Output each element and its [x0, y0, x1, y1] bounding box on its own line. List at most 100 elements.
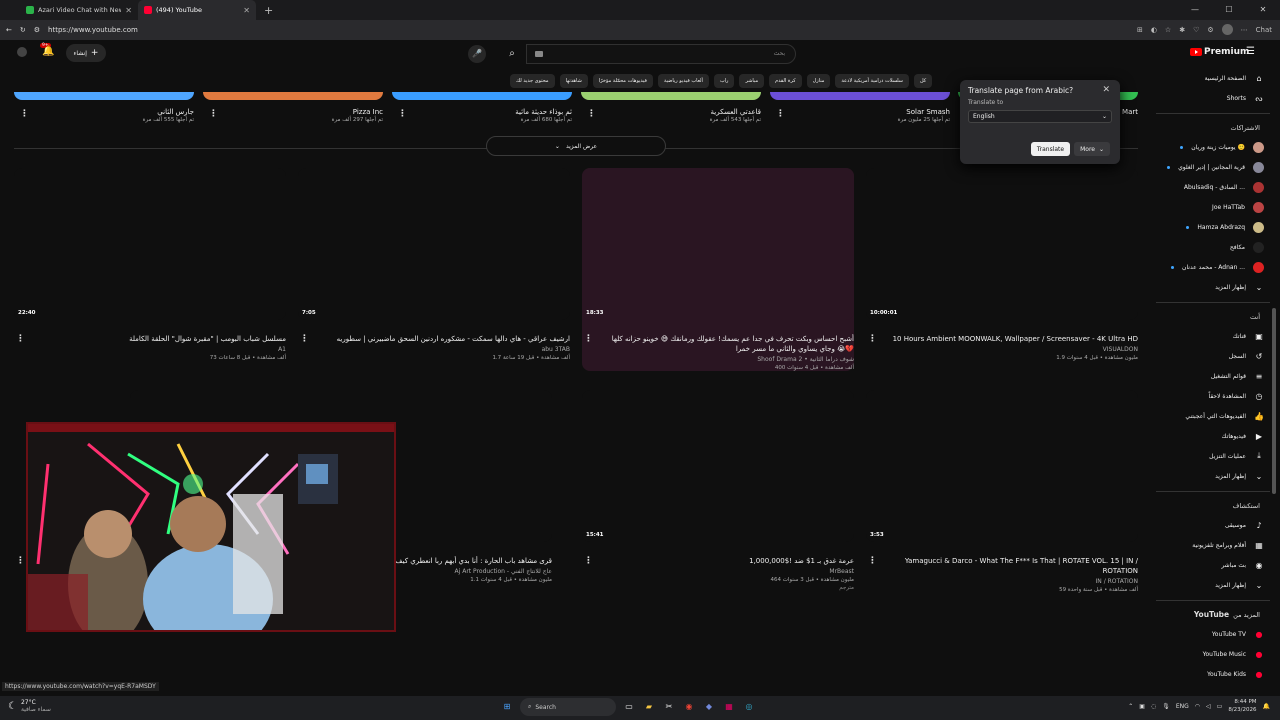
- video-card[interactable]: 10:00:01 10 Hours Ambient MOONWALK, Wallp…: [866, 168, 1138, 361]
- video-thumbnail[interactable]: 7:05: [298, 168, 570, 320]
- reload-button[interactable]: ↻: [20, 26, 26, 34]
- sidebar-item[interactable]: موسيقى ♪: [1156, 515, 1270, 535]
- short-card[interactable]: ثم بوذاء حديثة ماثية تم أجلها 680 ألف مرة: [392, 92, 572, 123]
- language-select[interactable]: English ⌄: [968, 110, 1112, 123]
- video-card[interactable]: 3:53 Yamagucci & Darco - What The F*** Is…: [866, 390, 1138, 593]
- minimize-button[interactable]: —: [1178, 0, 1212, 20]
- filter-chip[interactable]: ألعاب فيديو رياضية: [657, 74, 709, 88]
- show-more-button[interactable]: ⌄ عرض المزيد: [486, 136, 666, 156]
- extensions-icon[interactable]: ⊞: [1137, 26, 1143, 34]
- search-input[interactable]: بحث: [526, 44, 796, 64]
- more-options-icon[interactable]: ⋮: [300, 334, 309, 344]
- filter-chip[interactable]: محتوى جديد لك: [510, 74, 555, 88]
- short-card[interactable]: جارس الثاني تم أجلها 555 ألف مرة: [14, 92, 194, 123]
- chrome-icon[interactable]: ◉: [682, 700, 696, 714]
- short-thumbnail[interactable]: [770, 92, 950, 100]
- mic-icon[interactable]: 🎤: [468, 45, 486, 63]
- sidebar-item[interactable]: YouTube Kids ●: [1156, 664, 1270, 684]
- channel-name[interactable]: A1: [14, 346, 286, 353]
- app-icon[interactable]: ▦: [722, 700, 736, 714]
- filter-chip[interactable]: راب: [713, 74, 735, 88]
- task-view-icon[interactable]: ▭: [622, 700, 636, 714]
- more-options-icon[interactable]: ⋮: [398, 109, 407, 119]
- mic-tray-icon[interactable]: 🎙: [1162, 703, 1170, 710]
- filter-chip[interactable]: مباشر: [739, 74, 765, 88]
- short-card[interactable]: قاعدتي العسكرية تم أجلها 543 ألف مرة: [581, 92, 761, 123]
- video-title[interactable]: أشبح احساس وبكت تحرف في جدا عم يسمك! عقو…: [582, 334, 854, 354]
- more-options-icon[interactable]: ⋮: [584, 334, 593, 344]
- sidebar-item[interactable]: YouTube TV ●: [1156, 624, 1270, 644]
- browser-tab[interactable]: Azari Video Chat with New Fr... ✕: [20, 0, 138, 20]
- clock[interactable]: 8:44 PM 8/23/2026: [1228, 698, 1256, 714]
- tray-app-icon[interactable]: ▣: [1139, 703, 1145, 710]
- site-info-icon[interactable]: ⚙: [34, 26, 40, 34]
- sidebar-item[interactable]: قرية المجانين | إدير الغلوي: [1156, 157, 1270, 177]
- sidebar-item[interactable]: فيديوهاتك ▶: [1156, 426, 1270, 446]
- more-options-icon[interactable]: ⋮: [584, 556, 593, 566]
- short-card[interactable]: Solar Smash تم أجلها 25 مليون مرة: [770, 92, 950, 123]
- video-card[interactable]: 7:05 ارشيف عراقي - هاي دالها سمكت - مشكور…: [298, 168, 570, 361]
- filter-chip[interactable]: شاهدتها: [559, 74, 588, 88]
- create-button[interactable]: إنشاء +: [66, 44, 106, 62]
- more-options-icon[interactable]: ⋮: [16, 334, 25, 344]
- video-title[interactable]: Yamagucci & Darco - What The F*** Is Tha…: [866, 556, 1138, 576]
- more-options-icon[interactable]: ⋮: [868, 556, 877, 566]
- channel-name[interactable]: Shoof Drama 2 • شوف دراما الثانية: [582, 356, 854, 363]
- short-thumbnail[interactable]: [581, 92, 761, 100]
- more-options-icon[interactable]: ⋮: [868, 334, 877, 344]
- channel-name[interactable]: IN / ROTATION: [866, 578, 1138, 585]
- file-explorer-icon[interactable]: ▰: [642, 700, 656, 714]
- sidebar-item[interactable]: عمليات التنزيل ⤓: [1156, 446, 1270, 466]
- notification-icon[interactable]: 🔔: [1263, 703, 1270, 710]
- sidebar-item[interactable]: YouTube Music ●: [1156, 644, 1270, 664]
- more-options-icon[interactable]: ⋮: [209, 109, 218, 119]
- bookmark-star-icon[interactable]: ☆: [1165, 26, 1171, 34]
- more-options-icon[interactable]: ⋮: [587, 109, 596, 119]
- sidebar-item[interactable]: قوائم التشغيل ≡: [1156, 366, 1270, 386]
- favorites-icon[interactable]: ♡: [1193, 26, 1199, 34]
- chevron-up-icon[interactable]: ⌃: [1128, 703, 1133, 710]
- volume-icon[interactable]: ◁: [1206, 703, 1211, 710]
- more-button[interactable]: More ⌄: [1074, 142, 1110, 156]
- short-thumbnail[interactable]: [14, 92, 194, 100]
- keyboard-icon[interactable]: [535, 51, 543, 57]
- weather-widget[interactable]: ☾ 27°C سماء صافية: [8, 699, 51, 713]
- sidebar-item[interactable]: الفيديوهات التي أعجبتني 👍: [1156, 406, 1270, 426]
- video-thumbnail[interactable]: 22:40: [14, 168, 286, 320]
- new-tab-button[interactable]: +: [256, 4, 281, 17]
- more-options-icon[interactable]: ⋮: [20, 109, 29, 119]
- video-thumbnail[interactable]: 10:00:01: [866, 168, 1138, 320]
- taskbar-search[interactable]: ⌕ Search: [520, 698, 616, 716]
- filter-chip[interactable]: كرة القدم: [769, 74, 802, 88]
- sidebar-item[interactable]: إظهار المزيد ⌄: [1156, 277, 1270, 297]
- wifi-tray-icon[interactable]: ◌: [1151, 703, 1156, 710]
- youtube-premium-logo[interactable]: Premium: [1190, 47, 1249, 57]
- sidebar-item[interactable]: إظهار المزيد ⌄: [1156, 466, 1270, 486]
- short-title[interactable]: ثم بوذاء حديثة ماثية: [392, 108, 572, 116]
- video-title[interactable]: 10 Hours Ambient MOONWALK, Wallpaper / S…: [866, 334, 1138, 344]
- sidebar-item[interactable]: محمد عدنان - Adnan ...: [1156, 257, 1270, 277]
- settings-icon[interactable]: ⚙: [1207, 26, 1213, 34]
- windows-start-icon[interactable]: ⊞: [500, 700, 514, 714]
- translate-icon[interactable]: ◐: [1151, 26, 1157, 34]
- sidebar-item[interactable]: الصفحة الرئيسية ⌂: [1156, 68, 1270, 88]
- more-options-icon[interactable]: ⋮: [776, 109, 785, 119]
- channel-name[interactable]: VISUALDON: [866, 346, 1138, 353]
- close-tab-icon[interactable]: ✕: [125, 6, 132, 15]
- video-thumbnail[interactable]: 18:33: [582, 168, 854, 320]
- short-title[interactable]: قاعدتي العسكرية: [581, 108, 761, 116]
- browser-tab[interactable]: (494) YouTube ✕: [138, 0, 256, 20]
- short-title[interactable]: Solar Smash: [770, 108, 950, 116]
- edge-icon[interactable]: ◎: [742, 700, 756, 714]
- search-icon[interactable]: ⌕: [500, 44, 524, 64]
- video-card[interactable]: 22:40 مسلسل شباب البومب | "مقبرة شوال" ال…: [14, 168, 286, 361]
- video-card[interactable]: 15:41 عرمة غدق بـ 1$ ضد !$1,000,000 MrBeas…: [582, 390, 854, 591]
- sidebar-item[interactable]: إظهار المزيد ⌄: [1156, 575, 1270, 595]
- sidebar-item[interactable]: Abulsadiq - السادق ...: [1156, 177, 1270, 197]
- close-window-button[interactable]: ✕: [1246, 0, 1280, 20]
- url-field[interactable]: https://www.youtube.com: [48, 26, 138, 34]
- wifi-icon[interactable]: ◠: [1195, 703, 1200, 710]
- snipping-icon[interactable]: ✂: [662, 700, 676, 714]
- maximize-button[interactable]: ☐: [1212, 0, 1246, 20]
- language-indicator[interactable]: ENG: [1176, 703, 1189, 710]
